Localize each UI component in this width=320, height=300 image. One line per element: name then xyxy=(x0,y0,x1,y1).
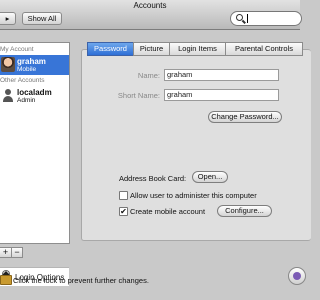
short-name-field[interactable]: graham xyxy=(164,89,279,101)
name-field[interactable]: graham xyxy=(164,69,279,81)
tab-login-items[interactable]: Login Items xyxy=(169,42,226,56)
help-icon[interactable] xyxy=(288,267,306,285)
create-mobile-checkbox[interactable]: ✔ xyxy=(119,207,128,216)
address-book-label: Address Book Card: xyxy=(119,174,187,183)
accounts-sidebar: My Account graham Mobile Other Accounts … xyxy=(0,42,70,286)
remove-account-button[interactable]: − xyxy=(11,247,23,258)
change-password-button[interactable]: Change Password... xyxy=(208,111,282,123)
account-name: localadm xyxy=(17,88,52,97)
user-silhouette-icon xyxy=(1,88,15,103)
my-account-header: My Account xyxy=(0,46,34,53)
allow-admin-checkbox[interactable] xyxy=(119,191,128,200)
text-cursor xyxy=(247,14,248,23)
lock-message: Click the lock to prevent further change… xyxy=(13,276,149,285)
name-label: Name: xyxy=(137,71,160,80)
account-row-graham[interactable]: graham Mobile xyxy=(0,55,69,75)
show-all-button[interactable]: Show All xyxy=(22,12,62,25)
lock-icon[interactable] xyxy=(0,270,12,285)
account-row-localadm[interactable]: localadm Admin xyxy=(0,86,69,106)
allow-admin-label: Allow user to administer this computer xyxy=(130,191,257,200)
account-role: Mobile xyxy=(17,66,37,73)
password-pane: Name: graham Short Name: graham Change P… xyxy=(81,49,311,241)
tab-picture[interactable]: Picture xyxy=(133,42,170,56)
search-field[interactable] xyxy=(230,11,302,26)
short-name-label: Short Name: xyxy=(117,91,160,100)
user-photo-icon xyxy=(1,57,15,72)
configure-button[interactable]: Configure... xyxy=(217,205,272,217)
window-title: Accounts xyxy=(133,1,167,10)
open-button[interactable]: Open... xyxy=(192,171,228,183)
tab-password[interactable]: Password xyxy=(87,42,134,56)
search-icon xyxy=(236,14,243,21)
account-role: Admin xyxy=(17,97,36,104)
tab-parental-controls[interactable]: Parental Controls xyxy=(225,42,303,56)
account-name: graham xyxy=(17,57,46,66)
window-toolbar: Accounts ▸ Show All xyxy=(0,0,302,30)
forward-button[interactable]: ▸ xyxy=(0,12,16,25)
create-mobile-label: Create mobile account xyxy=(130,207,206,216)
other-accounts-header: Other Accounts xyxy=(0,77,45,84)
